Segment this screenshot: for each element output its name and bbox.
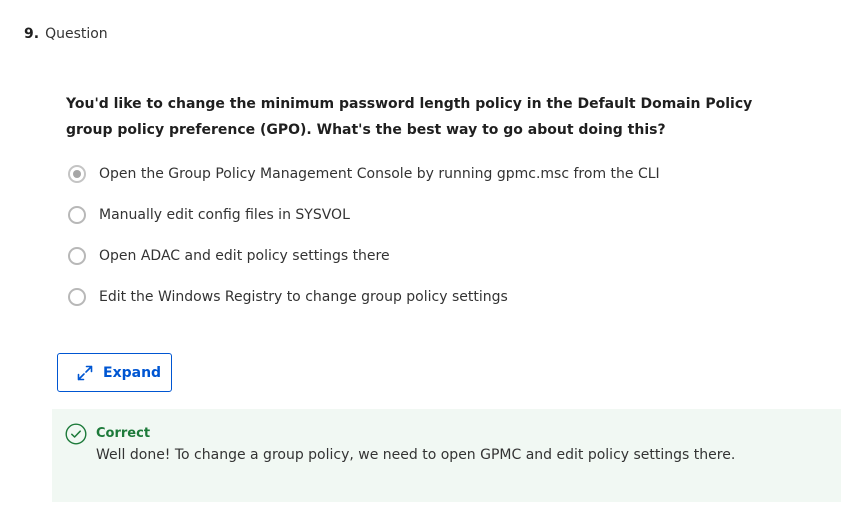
question-number: 9. — [24, 26, 40, 42]
radio-button[interactable] — [68, 246, 86, 265]
feedback-status: Correct — [96, 426, 151, 441]
answer-option[interactable]: Manually edit config files in SYSVOL — [66, 194, 786, 235]
expand-button[interactable]: Expand — [57, 353, 172, 392]
answer-option-label: Manually edit config files in SYSVOL — [99, 206, 350, 223]
answer-options: Open the Group Policy Management Console… — [66, 153, 786, 317]
expand-arrows-icon — [75, 363, 95, 383]
question-text: You'd like to change the minimum passwor… — [66, 96, 753, 138]
answer-option[interactable]: Open the Group Policy Management Console… — [66, 153, 786, 194]
feedback-message: Well done! To change a group policy, we … — [96, 447, 736, 463]
question-header: 9. Question — [24, 24, 108, 44]
answer-option[interactable]: Open ADAC and edit policy settings there — [66, 235, 786, 276]
feedback-panel: Correct Well done! To change a group pol… — [52, 409, 841, 502]
radio-button[interactable] — [68, 205, 86, 224]
answer-option-label: Edit the Windows Registry to change grou… — [99, 288, 508, 305]
question-type-label: Question — [45, 26, 108, 42]
answer-option[interactable]: Edit the Windows Registry to change grou… — [66, 276, 786, 317]
expand-button-label: Expand — [103, 364, 162, 381]
radio-button-selected[interactable] — [68, 164, 86, 183]
answer-option-label: Open ADAC and edit policy settings there — [99, 247, 390, 264]
answer-option-label: Open the Group Policy Management Console… — [99, 165, 660, 182]
radio-button[interactable] — [68, 287, 86, 306]
check-circle-icon — [65, 423, 87, 445]
